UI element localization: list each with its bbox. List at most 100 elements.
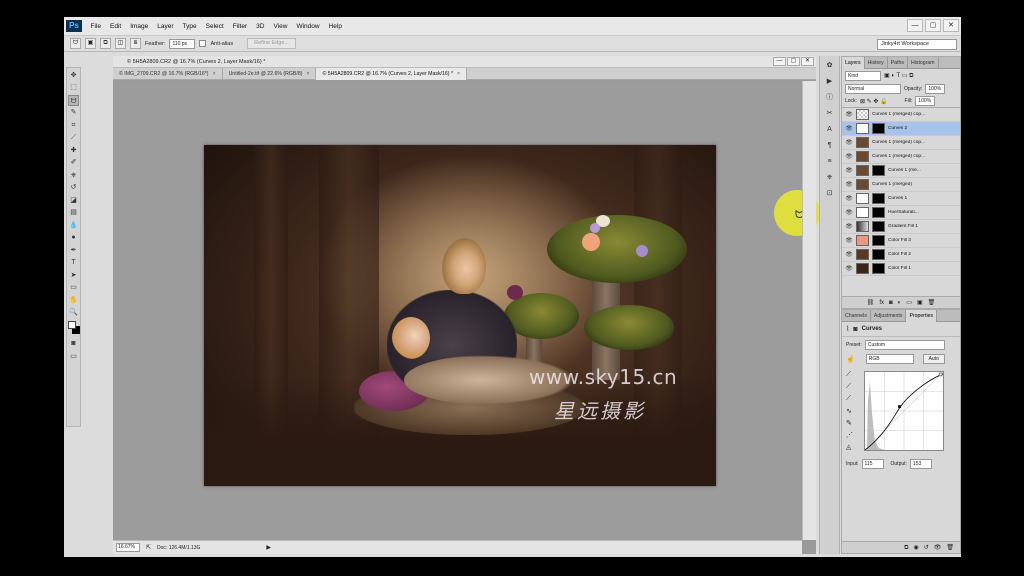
- layer-row[interactable]: 👁 Curves 1 (me...: [842, 164, 960, 178]
- opacity-input[interactable]: 100%: [925, 84, 946, 94]
- hand-tool-icon[interactable]: ✋: [68, 295, 79, 306]
- gray-point-eyedropper-icon[interactable]: ⟋: [846, 383, 853, 391]
- visibility-eye-icon[interactable]: 👁: [845, 265, 853, 272]
- pen-tool-icon[interactable]: ✒: [68, 245, 79, 256]
- eyedropper-tool-icon[interactable]: ⟋: [68, 132, 79, 143]
- document-tab[interactable]: Untitled-2e.tif @ 22.6% (RGB/8) ×: [223, 68, 317, 80]
- layer-row[interactable]: 👁 Color Fill 2: [842, 248, 960, 262]
- curve-point[interactable]: [898, 405, 902, 409]
- menu-image[interactable]: Image: [126, 23, 153, 30]
- crop-tool-icon[interactable]: ⌗: [68, 120, 79, 131]
- tab-adjustments[interactable]: Adjustments: [871, 310, 907, 322]
- feather-input[interactable]: 110 px: [169, 38, 196, 49]
- layer-mask-thumbnail[interactable]: [872, 123, 885, 134]
- lock-icons[interactable]: ⊠ ✎ ✥ 🔒: [860, 98, 888, 105]
- layer-mask-thumbnail[interactable]: [872, 193, 885, 204]
- visibility-eye-icon[interactable]: 👁: [845, 181, 853, 188]
- curve-point[interactable]: [938, 372, 943, 377]
- visibility-eye-icon[interactable]: 👁: [845, 111, 853, 118]
- auto-button[interactable]: Auto: [922, 354, 945, 364]
- vertical-scrollbar[interactable]: [802, 81, 816, 540]
- marquee-tool-icon[interactable]: ⬚: [68, 82, 79, 93]
- new-layer-icon[interactable]: ▣: [917, 297, 923, 308]
- visibility-eye-icon[interactable]: 👁: [845, 223, 853, 230]
- smooth-curve-icon[interactable]: ⋰: [846, 431, 853, 439]
- mask-mode-icon[interactable]: ◙: [853, 326, 857, 333]
- menu-help[interactable]: Help: [324, 23, 346, 30]
- close-button[interactable]: ✕: [943, 19, 959, 32]
- path-select-tool-icon[interactable]: ➤: [68, 270, 79, 281]
- shape-tool-icon[interactable]: ▭: [68, 282, 79, 293]
- curve-point-tool-icon[interactable]: ∿: [846, 407, 853, 415]
- reset-icon[interactable]: ↺: [924, 542, 929, 553]
- link-layers-icon[interactable]: ⛓: [867, 297, 875, 308]
- layer-row[interactable]: 👁 Curves 1 (merged) cop...: [842, 136, 960, 150]
- filter-icons[interactable]: ▣ ◐ T ▭ ⧉: [884, 72, 913, 80]
- brush-panel-icon[interactable]: ≡: [823, 155, 836, 168]
- visibility-eye-icon[interactable]: 👁: [845, 139, 853, 146]
- document-tab-active[interactable]: © 5H5A2809.CR2 @ 16.7% (Curves 2, Layer …: [316, 68, 467, 80]
- move-tool-icon[interactable]: ✥: [68, 70, 79, 81]
- layer-row-selected[interactable]: 👁 Curves 2: [842, 122, 960, 136]
- layer-row[interactable]: 👁 Gradient Fill 1: [842, 220, 960, 234]
- lasso-icon[interactable]: ᗢ: [70, 38, 81, 49]
- export-icon[interactable]: ⇱: [146, 544, 151, 551]
- status-arrow-icon[interactable]: ▶: [266, 544, 271, 551]
- blur-tool-icon[interactable]: 💧: [68, 220, 79, 231]
- menu-file[interactable]: File: [86, 23, 105, 30]
- zoom-level-field[interactable]: 16.67%: [116, 543, 140, 552]
- character-panel-icon[interactable]: A: [823, 123, 836, 136]
- pencil-curve-icon[interactable]: ✎: [846, 419, 853, 427]
- stamp-tool-icon[interactable]: ⎈: [68, 170, 79, 181]
- target-adjust-icon[interactable]: ☝: [846, 355, 855, 363]
- layer-mask-thumbnail[interactable]: [872, 165, 885, 176]
- foreground-color-swatch[interactable]: [67, 321, 76, 329]
- tab-close-icon[interactable]: ×: [457, 71, 460, 77]
- intersect-selection-icon[interactable]: ⧈: [130, 38, 141, 49]
- add-selection-icon[interactable]: ⧉: [100, 38, 111, 49]
- menu-view[interactable]: View: [269, 23, 292, 30]
- layer-mask-thumbnail[interactable]: [872, 263, 885, 274]
- tab-properties[interactable]: Properties: [906, 310, 938, 322]
- doc-close-button[interactable]: ✕: [801, 57, 814, 66]
- layer-row[interactable]: 👁 Curves 1: [842, 192, 960, 206]
- eraser-tool-icon[interactable]: ◪: [68, 195, 79, 206]
- white-point-eyedropper-icon[interactable]: ⟋: [846, 395, 853, 403]
- layer-row[interactable]: 👁 Color Fill 1: [842, 262, 960, 276]
- layer-row[interactable]: 👁 Hue/Saturati...: [842, 206, 960, 220]
- paragraph-panel-icon[interactable]: ¶: [823, 139, 836, 152]
- tab-close-icon[interactable]: ×: [213, 71, 216, 77]
- doc-maximize-button[interactable]: ▢: [787, 57, 800, 66]
- lasso-tool-icon[interactable]: ᗢ: [68, 94, 79, 106]
- visibility-eye-icon[interactable]: 👁: [845, 167, 853, 174]
- curves-graph[interactable]: [864, 371, 944, 451]
- kind-filter-select[interactable]: Kind: [845, 71, 881, 81]
- visibility-eye-icon[interactable]: 👁: [845, 195, 853, 202]
- output-value-field[interactable]: 153: [909, 459, 932, 469]
- layer-row[interactable]: 👁 Color Fill 3: [842, 234, 960, 248]
- visibility-eye-icon[interactable]: 👁: [845, 153, 853, 160]
- layer-row[interactable]: 👁 Curves 1 (merged) cop...: [842, 108, 960, 122]
- dodge-tool-icon[interactable]: ●: [68, 232, 79, 243]
- zoom-tool-icon[interactable]: 🔍: [68, 307, 79, 318]
- doc-minimize-button[interactable]: —: [773, 57, 786, 66]
- visibility-eye-icon[interactable]: 👁: [845, 237, 853, 244]
- tab-channels[interactable]: Channels: [842, 310, 871, 322]
- navigator-panel-icon[interactable]: ⊡: [823, 187, 836, 200]
- layer-mask-thumbnail[interactable]: [872, 235, 885, 246]
- quick-select-tool-icon[interactable]: ✎: [68, 107, 79, 118]
- menu-3d[interactable]: 3D: [252, 23, 269, 30]
- tab-close-icon[interactable]: ×: [306, 71, 309, 77]
- document-size[interactable]: Doc: 126.4M/1.13G: [157, 545, 200, 551]
- new-selection-icon[interactable]: ▣: [85, 38, 96, 49]
- canvas-area[interactable]: www.sky15.cn 星远摄影 ᗢ: [113, 81, 820, 540]
- delete-adjustment-icon[interactable]: 🗑: [946, 542, 954, 553]
- workspace-select[interactable]: Jinky4rt Workspace: [877, 39, 957, 50]
- info-panel-icon[interactable]: ⓘ: [823, 91, 836, 104]
- layer-mask-thumbnail[interactable]: [872, 249, 885, 260]
- refine-edge-button[interactable]: Refine Edge...: [247, 38, 296, 49]
- layer-mask-thumbnail[interactable]: [872, 207, 885, 218]
- toggle-visibility-icon[interactable]: 👁: [934, 542, 942, 553]
- healing-tool-icon[interactable]: ✚: [68, 145, 79, 156]
- channel-select[interactable]: RGB: [865, 354, 914, 364]
